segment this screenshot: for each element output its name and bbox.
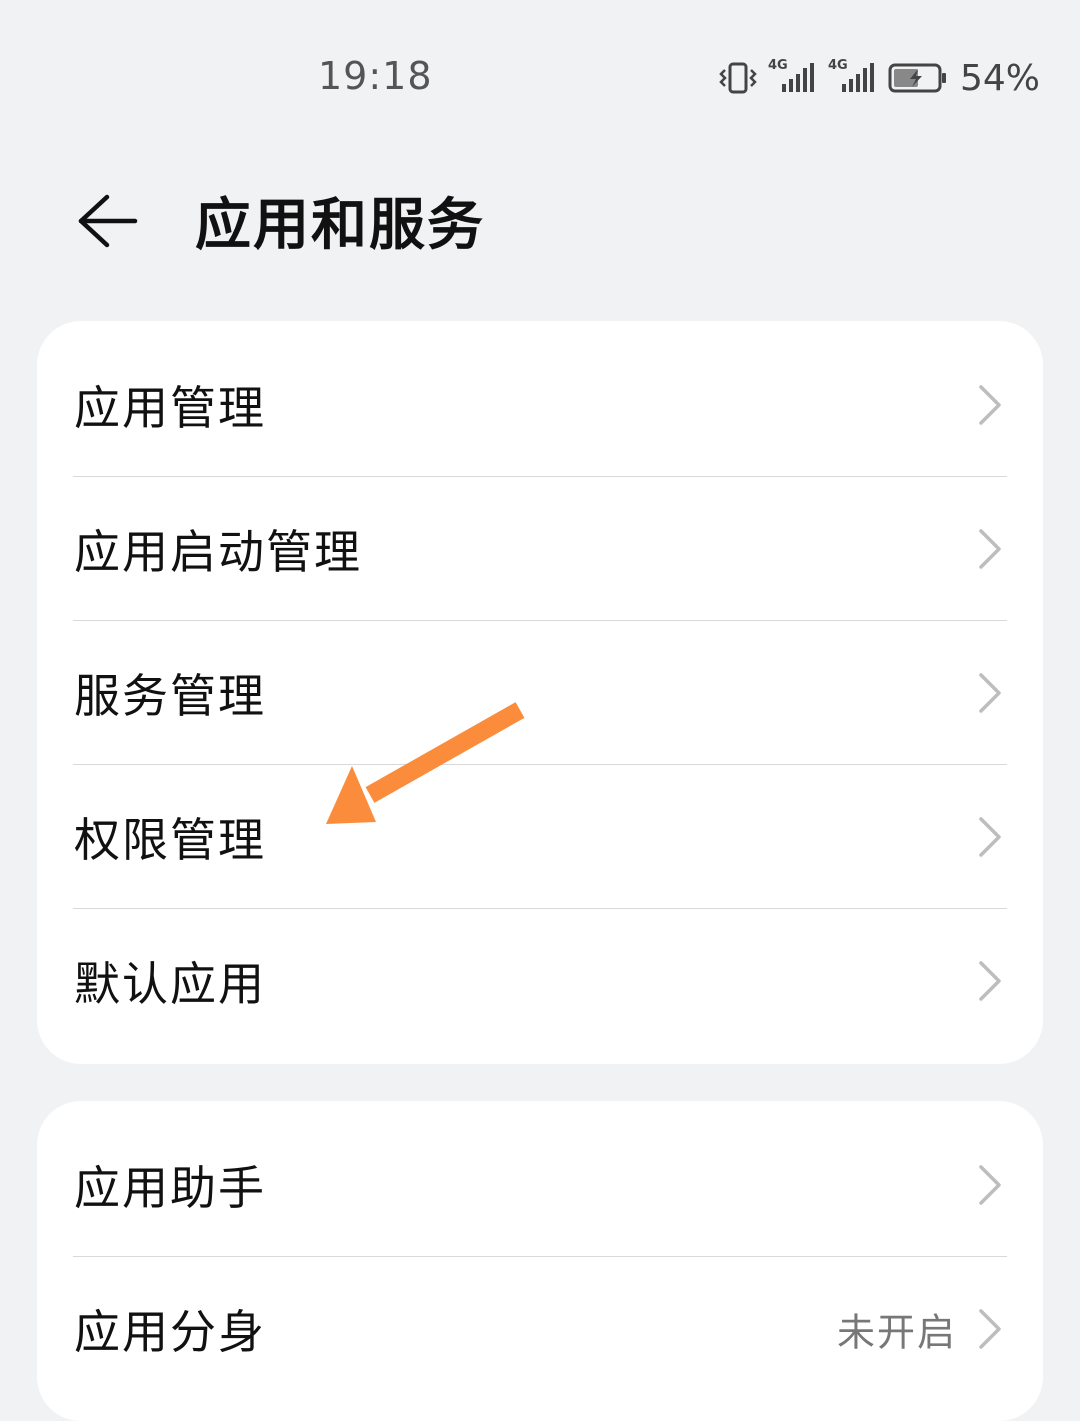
chevron-right-icon (979, 529, 1001, 569)
chevron-right-icon (979, 673, 1001, 713)
row-label: 权限管理 (74, 813, 266, 867)
chevron-right-icon (979, 1165, 1001, 1205)
status-icons: 4G 4G 54% (718, 56, 1040, 100)
row-app-launch-management[interactable]: 应用启动管理 (37, 477, 1043, 621)
row-default-apps[interactable]: 默认应用 (37, 909, 1043, 1053)
row-app-management[interactable]: 应用管理 (37, 333, 1043, 477)
row-label: 应用助手 (74, 1161, 266, 1215)
settings-card-secondary: 应用助手 应用分身 未开启 (37, 1101, 1043, 1421)
row-app-twin[interactable]: 应用分身 未开启 (37, 1257, 1043, 1401)
chevron-right-icon (979, 1309, 1001, 1349)
row-service-management[interactable]: 服务管理 (37, 621, 1043, 765)
network-type-2: 4G (827, 58, 848, 73)
chevron-right-icon (979, 961, 1001, 1001)
battery-charging-icon (888, 62, 948, 94)
chevron-right-icon (979, 817, 1001, 857)
row-label: 应用管理 (74, 381, 266, 435)
vibrate-icon (718, 62, 758, 94)
settings-card-primary: 应用管理 应用启动管理 服务管理 权限管理 默认应用 (37, 321, 1043, 1064)
network-type-1: 4G (767, 58, 788, 73)
back-button[interactable] (62, 178, 152, 268)
signal-icon-sim1: 4G (768, 58, 818, 94)
row-label: 应用启动管理 (74, 525, 362, 579)
status-time: 19:18 (318, 54, 433, 98)
page-title: 应用和服务 (195, 193, 485, 258)
chevron-right-icon (979, 385, 1001, 425)
row-status-value: 未开启 (836, 1310, 957, 1355)
arrow-left-icon (75, 193, 139, 253)
row-label: 应用分身 (74, 1305, 266, 1359)
status-bar: 19:18 4G 4G 54% (0, 0, 1080, 150)
row-app-assistant[interactable]: 应用助手 (37, 1113, 1043, 1257)
row-permission-management[interactable]: 权限管理 (37, 765, 1043, 909)
battery-percent: 54% (959, 57, 1040, 99)
signal-icon-sim2: 4G (828, 58, 878, 94)
row-label: 服务管理 (74, 669, 266, 723)
app-header: 应用和服务 (0, 170, 1080, 270)
row-label: 默认应用 (74, 957, 266, 1011)
